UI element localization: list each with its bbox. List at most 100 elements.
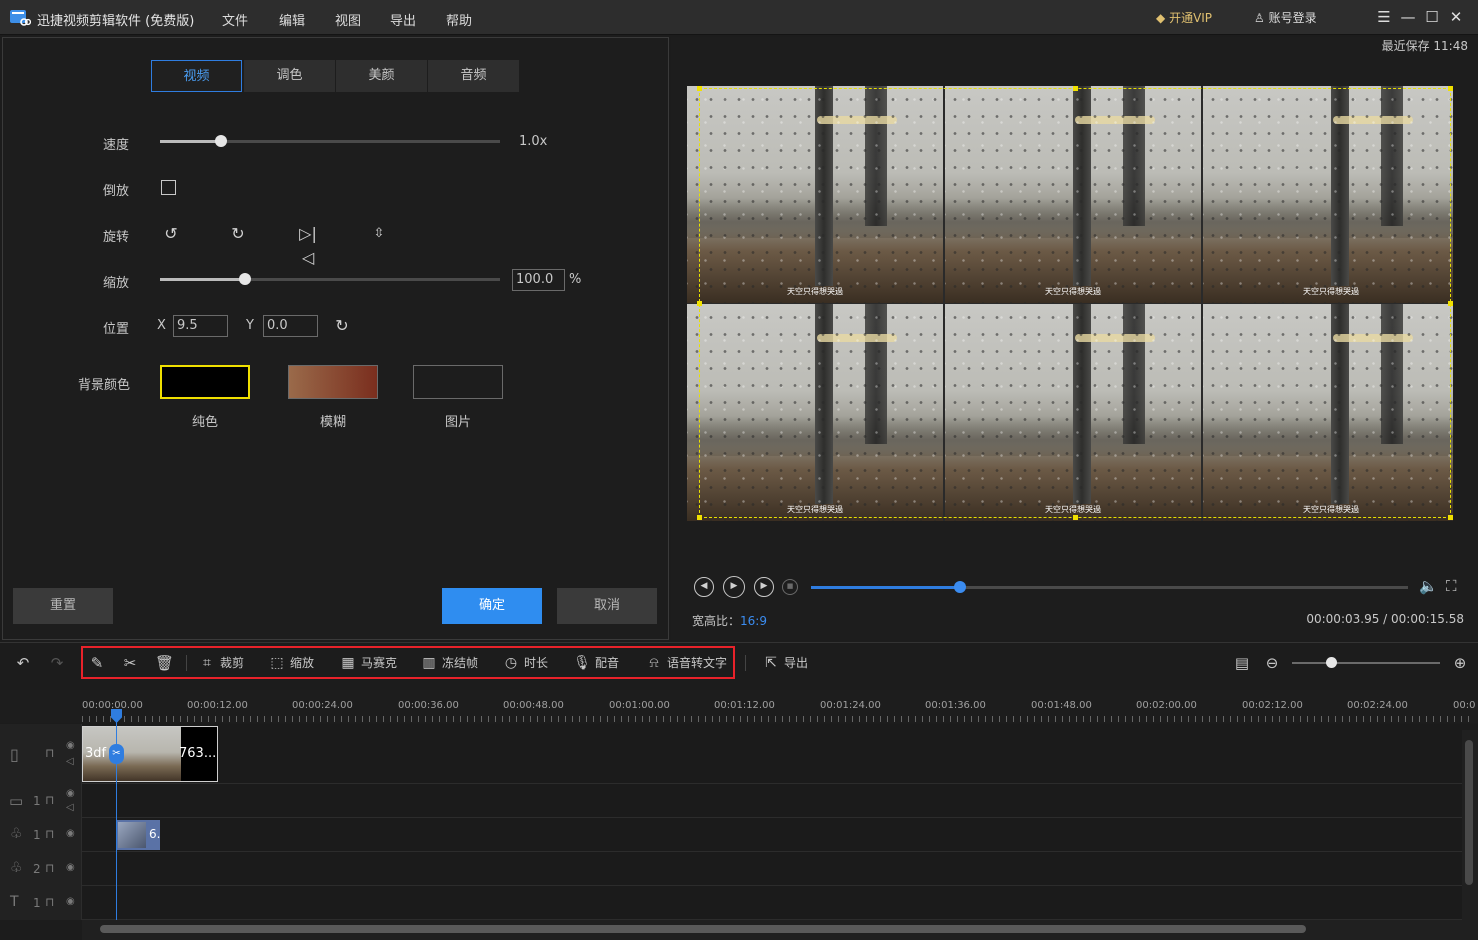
- export-label: 导出: [784, 656, 809, 670]
- next-frame-icon[interactable]: ▶: [754, 577, 774, 597]
- undo-icon[interactable]: ↶: [14, 654, 32, 672]
- volume-icon[interactable]: 🔈: [1419, 577, 1438, 595]
- resize-handle[interactable]: [1448, 86, 1453, 91]
- effect-track[interactable]: ♧ 1 ⊓ ◉: [0, 818, 1462, 852]
- ruler-tick-label: 00:0: [1453, 700, 1476, 711]
- position-y-input[interactable]: 0.0: [263, 315, 318, 337]
- ruler-tick-label: 00:01:12.00: [714, 700, 775, 711]
- fit-timeline-icon[interactable]: ▤: [1233, 654, 1251, 672]
- maximize-icon[interactable]: ☐: [1422, 7, 1442, 27]
- eye-icon[interactable]: ◉: [66, 788, 75, 799]
- speed-slider[interactable]: [160, 135, 500, 147]
- zoom-slider-handle[interactable]: [239, 273, 251, 285]
- resize-handle[interactable]: [1073, 515, 1078, 520]
- split-at-playhead-icon[interactable]: ✂: [109, 744, 124, 764]
- eye-icon[interactable]: ◉: [66, 862, 75, 873]
- resize-handle[interactable]: [697, 301, 702, 306]
- lock-icon[interactable]: ⊓: [45, 827, 54, 841]
- aspect-ratio-value[interactable]: 16:9: [740, 614, 767, 628]
- effect-clip[interactable]: 6.: [116, 820, 160, 850]
- video-preview[interactable]: 天空只得想哭過 天空只得想哭過 天空只得想哭過 天空只得想哭過 天空只得想哭過 …: [687, 86, 1453, 521]
- eye-icon[interactable]: ◉: [66, 828, 75, 839]
- prev-frame-icon[interactable]: ◀: [694, 577, 714, 597]
- video-clip[interactable]: 3df 763...: [82, 726, 218, 782]
- zoom-in-icon[interactable]: ⊕: [1451, 654, 1469, 672]
- resize-handle[interactable]: [1073, 86, 1078, 91]
- rotate-label: 旋转: [103, 230, 130, 245]
- effect-track[interactable]: ♧ 2 ⊓ ◉: [0, 852, 1462, 886]
- vertical-scrollbar-thumb[interactable]: [1465, 740, 1473, 885]
- menu-edit[interactable]: 编辑: [279, 10, 305, 29]
- aspect-ratio[interactable]: 宽高比：16:9: [692, 612, 767, 629]
- redo-icon[interactable]: ↷: [48, 654, 66, 672]
- reset-position-icon[interactable]: ↻: [330, 314, 354, 338]
- timeline-zoom-slider[interactable]: [1292, 657, 1440, 668]
- tab-color[interactable]: 调色: [244, 60, 335, 92]
- horizontal-scrollbar[interactable]: [82, 920, 1478, 940]
- diamond-icon: ◆: [1156, 11, 1166, 25]
- menu-view[interactable]: 视图: [335, 10, 361, 29]
- zoom-input[interactable]: 100.0: [512, 269, 565, 291]
- rotate-right-icon[interactable]: ↻: [226, 222, 250, 246]
- login-button[interactable]: ♙ 账号登录: [1254, 9, 1317, 26]
- speaker-icon[interactable]: ◁: [66, 802, 74, 813]
- menu-file[interactable]: 文件: [222, 10, 248, 29]
- video-track[interactable]: ▯ ⊓ ◉ ◁: [0, 724, 1462, 784]
- speed-slider-handle[interactable]: [215, 135, 227, 147]
- minimize-icon[interactable]: —: [1398, 7, 1418, 27]
- rotate-left-icon[interactable]: ↺: [159, 222, 183, 246]
- resize-handle[interactable]: [1448, 301, 1453, 306]
- reverse-checkbox[interactable]: [161, 180, 176, 195]
- vertical-scrollbar[interactable]: [1462, 730, 1478, 920]
- position-x-input[interactable]: 9.5: [173, 315, 228, 337]
- bg-solid-caption: 纯色: [191, 415, 218, 430]
- eye-icon[interactable]: ◉: [66, 740, 75, 751]
- confirm-button[interactable]: 确定: [442, 588, 542, 624]
- resize-handle[interactable]: [697, 86, 702, 91]
- bg-solid-option[interactable]: [160, 365, 250, 399]
- eye-icon[interactable]: ◉: [66, 896, 75, 907]
- bg-image-option[interactable]: [413, 365, 503, 399]
- seek-bar-handle[interactable]: [954, 581, 966, 593]
- export-icon: ⇱: [765, 655, 777, 671]
- bg-blur-option[interactable]: [288, 365, 378, 399]
- timeline-zoom-handle[interactable]: [1326, 657, 1337, 668]
- zoom-slider-fill: [160, 278, 245, 281]
- lock-icon[interactable]: ⊓: [45, 861, 54, 875]
- resize-handle[interactable]: [697, 515, 702, 520]
- ruler-tick-label: 00:01:00.00: [609, 700, 670, 711]
- speed-label: 速度: [103, 138, 130, 153]
- lock-icon[interactable]: ⊓: [45, 793, 54, 807]
- selection-rectangle[interactable]: [697, 86, 1453, 520]
- resize-handle[interactable]: [1448, 515, 1453, 520]
- lock-icon[interactable]: ⊓: [45, 895, 54, 909]
- cancel-button[interactable]: 取消: [557, 588, 657, 624]
- tab-video[interactable]: 视频: [151, 60, 242, 92]
- reset-button[interactable]: 重置: [13, 588, 113, 624]
- tab-beauty[interactable]: 美颜: [336, 60, 427, 92]
- menu-export[interactable]: 导出: [390, 10, 416, 29]
- pip-track[interactable]: ▭ 1 ⊓ ◉ ◁: [0, 784, 1462, 818]
- zoom-out-icon[interactable]: ⊖: [1263, 654, 1281, 672]
- text-track[interactable]: T 1 ⊓ ◉: [0, 886, 1462, 920]
- effect-clip-label: 6.: [149, 827, 160, 841]
- stop-icon[interactable]: ■: [782, 579, 798, 595]
- speaker-icon[interactable]: ◁: [66, 756, 74, 767]
- horizontal-scrollbar-thumb[interactable]: [100, 925, 1306, 933]
- play-icon[interactable]: ▶: [723, 576, 745, 598]
- vip-button[interactable]: ◆ 开通VIP: [1156, 9, 1212, 26]
- zoom-slider[interactable]: [160, 273, 500, 285]
- tab-audio[interactable]: 音频: [428, 60, 519, 92]
- fullscreen-icon[interactable]: ⛶: [1446, 577, 1457, 595]
- export-button[interactable]: ⇱ 导出: [762, 654, 808, 672]
- seek-bar[interactable]: [811, 581, 1408, 593]
- effect-clip-thumbnail: [118, 822, 146, 848]
- bg-blur-caption: 模糊: [319, 415, 346, 430]
- menu-help[interactable]: 帮助: [446, 10, 472, 29]
- menu-icon[interactable]: ☰: [1374, 7, 1394, 27]
- lock-icon[interactable]: ⊓: [45, 746, 54, 760]
- close-icon[interactable]: ✕: [1446, 7, 1466, 27]
- flip-horizontal-icon[interactable]: ▷|◁: [296, 222, 320, 267]
- bg-color-label: 背景颜色: [78, 378, 131, 393]
- flip-vertical-icon[interactable]: ⇳: [367, 222, 391, 246]
